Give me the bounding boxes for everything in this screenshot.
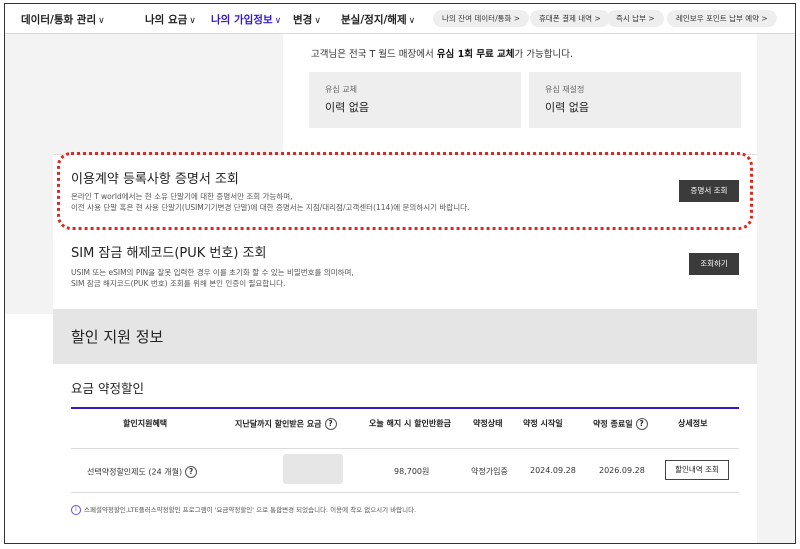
discount-section-band: 할인 지원 정보 [53,309,757,364]
col-header-status: 약정상태 [473,419,503,428]
cell-start-date: 2024.09.28 [530,466,576,475]
nav-item-data-call[interactable]: 데이터/통화 관리 ∨ [21,12,105,27]
chevron-down-icon: ∨ [189,16,196,26]
puk-desc-1: USIM 또는 eSIM의 PIN을 잘못 입력한 경우 이를 초기화 할 수 … [71,268,354,277]
col-header-start-date: 약정 시작일 [523,419,563,428]
cell-benefit: 선택약정할인제도 (24 개월)? [87,466,198,478]
col-header-label: 지난달까지 할인받은 요금 [235,419,322,429]
help-icon[interactable]: ? [635,418,648,430]
usim-notice: 고객님은 전국 T 월드 매장에서 유심 1회 무료 교체가 가능합니다. [311,46,573,60]
quick-link-remaining-data[interactable]: 나의 잔여 데이터/통화 > [433,10,530,27]
usim-reset-value: 이력 없음 [545,101,589,114]
nav-item-my-subscription[interactable]: 나의 가입정보 ∨ [211,12,281,27]
puk-desc-2: SIM 잠금 해지코드(PUK 번호) 조회를 위해 본인 인증이 필요합니다. [71,279,286,288]
col-header-label: 약정 종료일 [593,419,633,429]
certificate-lookup-button[interactable]: 증명서 조회 [679,180,739,202]
usim-reset-label: 유심 재설정 [545,85,585,94]
quick-link-instant-pay[interactable]: 즉시 납부 > [607,10,664,27]
table-top-border [71,407,739,409]
usim-replace-label: 유심 교체 [325,85,357,94]
cell-benefit-text: 선택약정할인제도 (24 개월) [87,467,183,477]
rate-contract-discount-title: 요금 약정할인 [71,381,144,396]
main-content: 고객님은 전국 T 월드 매장에서 유심 1회 무료 교체가 가능합니다. 유심… [53,34,757,543]
browser-frame: 데이터/통화 관리 ∨ 나의 요금 ∨ 나의 가입정보 ∨ 변경 ∨ 분실/정지/해제 ∨… [4,3,796,544]
col-header-benefit: 할인지원혜택 [123,419,168,428]
blurred-amount [283,454,343,484]
certificate-desc-1: 온라인 T world에서는 현 소유 단말기에 대한 증명서만 조회 가능하며… [71,192,293,201]
chevron-down-icon: ∨ [274,16,282,26]
header-divider [71,448,739,449]
quick-link-phone-payment[interactable]: 휴대폰 결제 내역 > [530,10,610,27]
chevron-down-icon: ∨ [408,16,416,26]
discount-history-button[interactable]: 할인내역 조회 [665,460,729,480]
certificate-title: 이용계약 등록사항 증명서 조회 [71,172,239,187]
quick-link-rainbow-point[interactable]: 레인보우 포인트 납부 예약 > [667,10,777,27]
usim-notice-suffix: 가 가능합니다. [514,49,573,60]
chevron-down-icon: ∨ [98,16,105,26]
nav-item-label: 나의 요금 [145,14,188,26]
cell-refund: 98,700원 [394,467,430,476]
nav-item-label: 분실/정지/해제 [341,14,407,26]
left-gutter [5,34,53,314]
usim-reset-box: 유심 재설정 이력 없음 [529,72,741,128]
usim-side-panel [53,34,283,154]
puk-lookup-button[interactable]: 조회하기 [689,253,739,275]
discount-section-title: 할인 지원 정보 [71,328,164,346]
nav-item-label: 변경 [293,14,313,26]
cell-status: 약정가입중 [471,467,508,476]
usim-replace-value: 이력 없음 [325,101,369,114]
certificate-desc-2: 이전 사용 단말 혹은 현 사용 단말기(USIM기기변경 단말)에 대한 증명… [71,203,470,212]
nav-item-change[interactable]: 변경 ∨ [293,12,321,27]
info-icon: i [71,505,81,515]
col-header-end-date: 약정 종료일? [593,418,648,430]
highlight-dotted-outline [57,152,753,230]
col-header-discounted: 지난달까지 할인받은 요금? [235,418,337,430]
usim-notice-bold: 유심 1회 무료 교체 [436,49,515,60]
nav-item-label: 데이터/통화 관리 [21,14,97,26]
footnote: i 스페셜약정할인,LTE플러스약정할인 프로그램이 '요금약정할인' 으로 통합… [71,504,416,515]
footnote-text: 스페셜약정할인,LTE플러스약정할인 프로그램이 '요금약정할인' 으로 통합변… [84,506,417,514]
nav-item-label: 나의 가입정보 [211,14,273,26]
col-header-refund: 오늘 해지 시 할인반환금 [369,419,451,428]
col-header-details: 상세정보 [678,419,708,428]
help-icon[interactable]: ? [185,466,198,478]
usim-notice-prefix: 고객님은 전국 T 월드 매장에서 [311,49,437,60]
cell-end-date: 2026.09.28 [599,466,645,475]
usim-replace-box: 유심 교체 이력 없음 [309,72,521,128]
help-icon[interactable]: ? [324,418,337,430]
right-gutter [757,34,795,543]
row-divider [71,492,739,493]
puk-title: SIM 잠금 해제코드(PUK 번호) 조회 [71,246,267,261]
chevron-down-icon: ∨ [314,16,321,26]
nav-item-lost-suspend[interactable]: 분실/정지/해제 ∨ [341,12,415,27]
top-nav: 데이터/통화 관리 ∨ 나의 요금 ∨ 나의 가입정보 ∨ 변경 ∨ 분실/정지/해제 ∨… [5,4,795,34]
nav-item-my-bill[interactable]: 나의 요금 ∨ [145,12,196,27]
